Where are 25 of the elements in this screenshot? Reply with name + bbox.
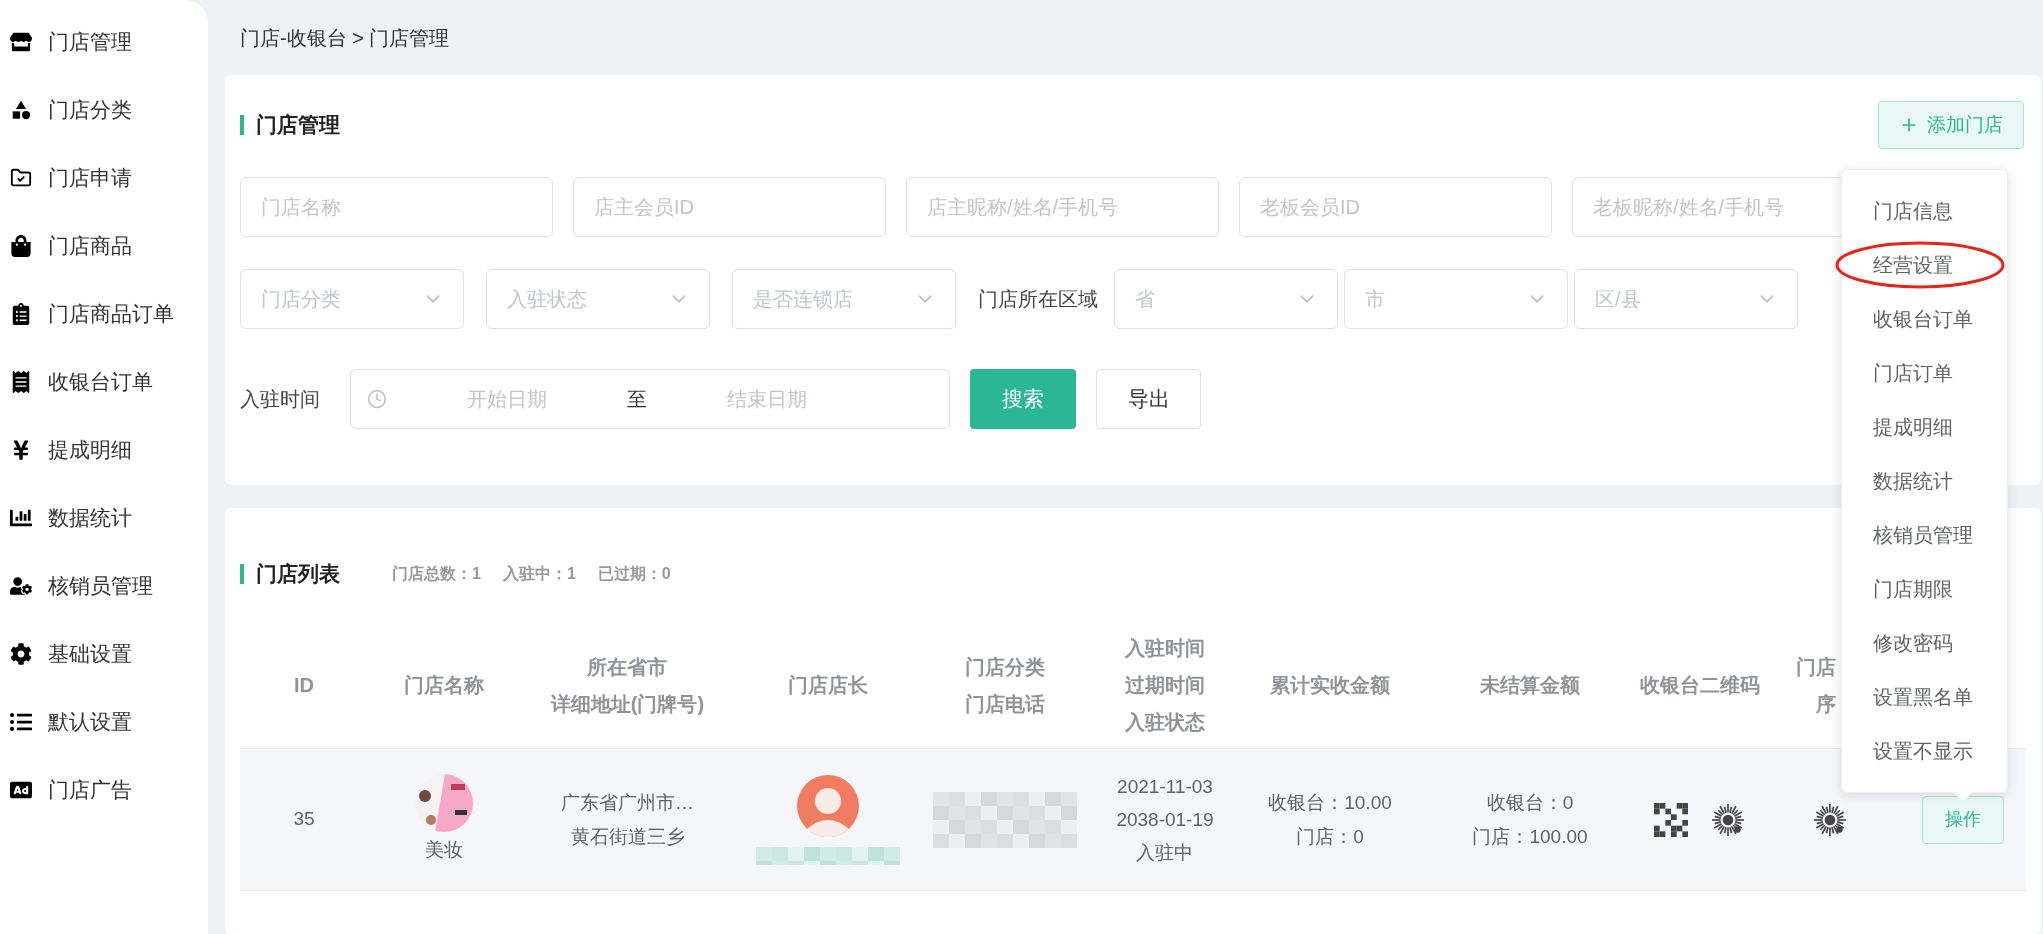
column-header: 所在省市 详细地址(门牌号)	[550, 654, 705, 717]
column-header: 门店店长	[787, 673, 868, 698]
dates-text: 2021-11-03 2038-01-19 入驻中	[1116, 775, 1214, 865]
section-title: 门店列表	[256, 561, 340, 588]
range-separator: 至	[627, 387, 647, 412]
address-text: 广东省广州市… 黄石街道三乡	[561, 790, 694, 849]
store-name: 美妆	[425, 838, 463, 863]
section-title: 门店管理	[256, 112, 340, 139]
amount-text: 收银台：0 门店：100.00	[1472, 790, 1588, 849]
table-cell-text: 35	[293, 807, 315, 832]
column-header: 门店名称	[404, 673, 484, 698]
column-header: 入驻时间 过期时间 入驻状态	[1125, 636, 1205, 735]
stat-text: 门店总数：1	[392, 564, 481, 584]
column-header: 门店分类 门店电话	[965, 654, 1045, 717]
amount-text: 收银台：10.00 门店：0	[1268, 790, 1392, 849]
stat-text: 已过期：0	[597, 564, 671, 584]
column-header: 门店 序	[1796, 654, 1836, 717]
column-header: 未结算金额	[1480, 673, 1580, 698]
column-header: 累计实收金额	[1270, 673, 1390, 698]
breadcrumb: 门店-收银台 > 门店管理	[239, 25, 451, 51]
column-header: 收银台二维码	[1640, 673, 1760, 698]
region-label: 门店所在区域	[978, 287, 1098, 312]
column-header: ID	[294, 673, 314, 698]
stat-text: 入驻中：1	[502, 564, 576, 584]
date-label: 入驻时间	[240, 387, 321, 412]
